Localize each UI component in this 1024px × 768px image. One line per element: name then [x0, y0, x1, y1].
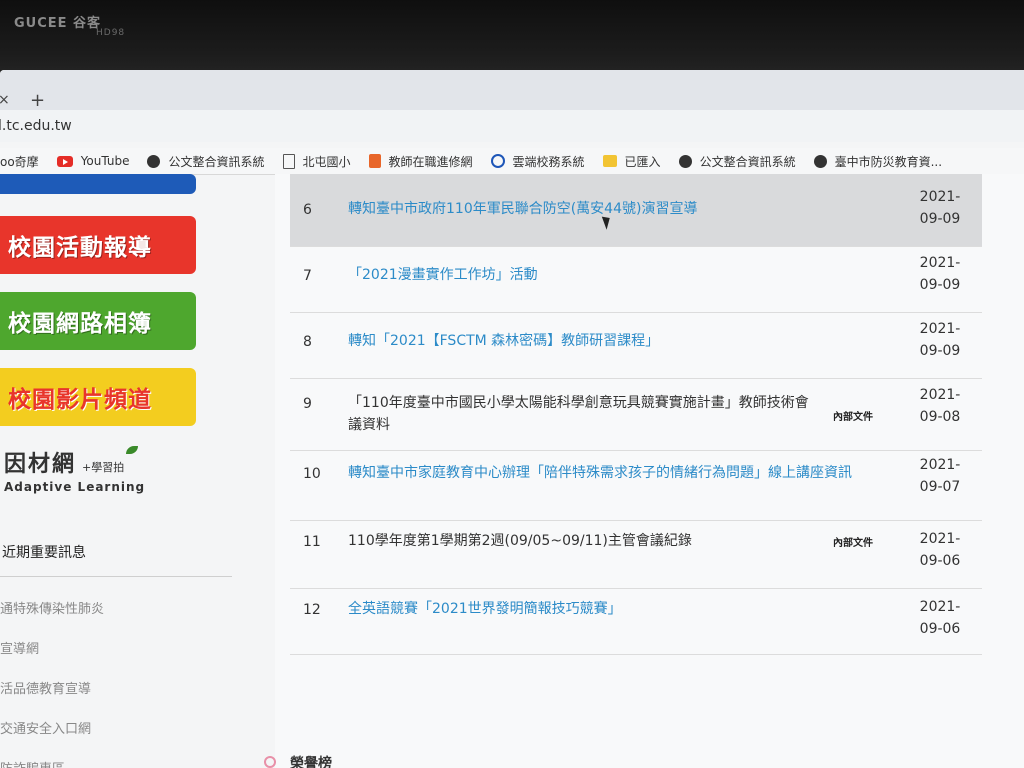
url-text[interactable]: l.tc.edu.tw — [0, 118, 72, 134]
adaptive-logo-english: Adaptive Learning — [4, 480, 146, 494]
item-date: 2021-09-06 — [919, 531, 961, 569]
internal-doc-badge: 內部文件 — [833, 538, 873, 549]
list-item[interactable]: 7 「2021漫畫實作工作坊」活動 2021-09-09 — [290, 246, 982, 313]
item-number: 7 — [303, 268, 312, 284]
item-title-link[interactable]: 「110年度臺中市國民小學太陽能科學創意玩具競賽實施計畫」教師技術會議資料 — [348, 392, 818, 436]
adaptive-logo-main: 因材網 — [4, 452, 77, 477]
banner-campus-videos[interactable]: 校園影片頻道 — [0, 368, 196, 426]
list-item[interactable]: 11 110學年度第1學期第2週(09/05~09/11)主管會議紀錄 內部文件… — [290, 520, 982, 589]
bookmark-teacher-training[interactable]: 教師在職進修網 — [368, 153, 473, 170]
announcement-list: 6 轉知臺中市政府110年軍民聯合防空(萬安44號)演習宣導 2021-09-0… — [264, 174, 1024, 768]
internal-doc-badge: 內部文件 — [833, 412, 873, 423]
bookmark-label: 北屯國小 — [302, 154, 351, 169]
item-number: 6 — [303, 202, 312, 218]
globe-icon — [813, 154, 827, 168]
item-title-link[interactable]: 「2021漫畫實作工作坊」活動 — [348, 264, 818, 286]
sidebar-divider — [0, 576, 232, 577]
banner-campus-activities[interactable]: 校園活動報導 — [0, 216, 196, 274]
bookmark-label: 教師在職進修網 — [388, 154, 473, 169]
list-item[interactable]: 9 「110年度臺中市國民小學太陽能科學創意玩具競賽實施計畫」教師技術會議資料 … — [290, 378, 982, 451]
recent-news-title: 近期重要訊息 — [2, 545, 86, 561]
item-number: 12 — [303, 602, 321, 618]
bookmark-label: oo奇摩 — [0, 154, 39, 169]
page-icon — [282, 153, 295, 169]
item-title-link[interactable]: 轉知臺中市政府110年軍民聯合防空(萬安44號)演習宣導 — [348, 198, 818, 220]
adaptive-learning-logo[interactable]: 因材網 +學習拍 Adaptive Learning — [4, 446, 184, 494]
item-date: 2021-09-08 — [919, 387, 961, 425]
item-number: 8 — [303, 334, 312, 350]
bookmark-imported[interactable]: 已匯入 — [602, 153, 661, 170]
bookmark-beitun-school[interactable]: 北屯國小 — [282, 153, 351, 170]
sidebar-banner-partial[interactable] — [0, 174, 196, 194]
bookmark-label: 公文整合資訊系統 — [168, 154, 265, 169]
item-title-link[interactable]: 全英語競賽「2021世界發明簡報技巧競賽」 — [348, 598, 818, 620]
bookmark-label: 臺中市防災教育資... — [834, 154, 943, 169]
bookmark-label: YouTube — [80, 154, 130, 168]
sidebar-link[interactable]: 通特殊傳染性肺炎 — [0, 598, 104, 617]
item-date: 2021-09-06 — [919, 599, 961, 637]
sidebar-link[interactable]: 防詐騙專區 — [0, 758, 65, 768]
bookmark-cloud-system[interactable]: 雲端校務系統 — [490, 153, 585, 170]
bookmark-label: 雲端校務系統 — [512, 154, 585, 169]
item-date: 2021-09-09 — [919, 255, 961, 293]
item-date: 2021-09-09 — [919, 189, 961, 227]
orange-doc-icon — [368, 154, 381, 168]
adaptive-logo-sub: +學習拍 — [82, 461, 125, 474]
list-item[interactable]: 8 轉知「2021【FSCTM 森林密碼】教師研習課程」 2021-09-09 — [290, 312, 982, 379]
list-item[interactable]: 6 轉知臺中市政府110年軍民聯合防空(萬安44號)演習宣導 2021-09-0… — [290, 174, 982, 247]
item-date: 2021-09-09 — [919, 321, 961, 359]
circle-logo-icon — [490, 154, 505, 168]
globe-icon — [678, 154, 692, 168]
item-title-link[interactable]: 轉知「2021【FSCTM 森林密碼】教師研習課程」 — [348, 330, 818, 352]
bezel-model-label: HD98 — [96, 28, 126, 38]
tab-close-button[interactable]: × — [0, 92, 10, 108]
item-title-link[interactable]: 轉知臺中市家庭教育中心辦理「陪伴特殊需求孩子的情緒行為問題」線上講座資訊 — [348, 462, 888, 484]
item-title-link[interactable]: 110學年度第1學期第2週(09/05~09/11)主管會議紀錄 — [348, 530, 818, 552]
item-number: 9 — [303, 396, 312, 412]
youtube-icon — [56, 155, 73, 167]
bookmark-disaster-education[interactable]: 臺中市防災教育資... — [813, 153, 943, 170]
bookmark-label: 已匯入 — [624, 154, 661, 169]
browser-window: × + l.tc.edu.tw oo奇摩 YouTube 公文整合資訊系統 北屯… — [0, 70, 1024, 768]
folder-icon — [602, 155, 617, 167]
banner-campus-albums[interactable]: 校園網路相簿 — [0, 292, 196, 350]
sidebar-link[interactable]: 交通安全入口網 — [0, 718, 91, 737]
new-tab-button[interactable]: + — [30, 90, 45, 111]
item-number: 10 — [303, 466, 321, 482]
bookmark-label: 公文整合資訊系統 — [699, 154, 796, 169]
item-number: 11 — [303, 534, 321, 550]
globe-icon — [147, 154, 161, 168]
honor-roll-title[interactable]: 榮譽榜 — [290, 753, 332, 768]
tab-bar: × + — [0, 70, 1024, 111]
address-bar[interactable]: l.tc.edu.tw — [0, 110, 1024, 142]
sidebar-link[interactable]: 活品德教育宣導 — [0, 678, 91, 697]
bezel-brand-label: GUCEE 谷客 — [14, 16, 102, 31]
sidebar: 校園活動報導 校園網路相簿 校園影片頻道 因材網 +學習拍 Adaptive Le… — [0, 174, 240, 768]
leaf-icon — [126, 446, 139, 454]
bookmark-youtube[interactable]: YouTube — [56, 154, 130, 168]
bookmark-document-system-2[interactable]: 公文整合資訊系統 — [678, 153, 796, 170]
bookmark-document-system[interactable]: 公文整合資訊系統 — [147, 153, 265, 170]
circle-bullet-icon — [264, 756, 276, 768]
item-date: 2021-09-07 — [919, 457, 961, 495]
bookmark-yahoo[interactable]: oo奇摩 — [0, 153, 39, 170]
sidebar-link[interactable]: 宣導網 — [0, 638, 39, 657]
list-item[interactable]: 12 全英語競賽「2021世界發明簡報技巧競賽」 2021-09-06 — [290, 588, 982, 655]
list-item[interactable]: 10 轉知臺中市家庭教育中心辦理「陪伴特殊需求孩子的情緒行為問題」線上講座資訊 … — [290, 450, 982, 521]
bookmarks-bar: oo奇摩 YouTube 公文整合資訊系統 北屯國小 教師在職進修網 雲端校務系… — [0, 148, 1024, 175]
